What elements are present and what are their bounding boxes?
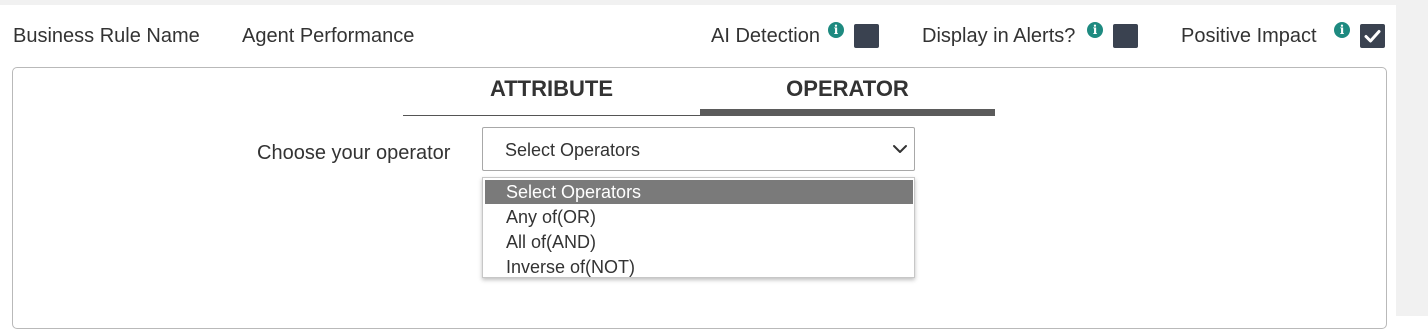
operator-select-value: Select Operators [505, 140, 641, 160]
tab-bar: ATTRIBUTE OPERATOR [403, 76, 995, 116]
operator-option-inverse-of-not[interactable]: Inverse of(NOT) [485, 255, 913, 279]
display-alerts-label: Display in Alerts? [922, 25, 1076, 47]
positive-impact-checkbox[interactable] [1360, 24, 1385, 48]
positive-impact-label: Positive Impact [1181, 25, 1317, 47]
operator-option-all-of-and[interactable]: All of(AND) [485, 230, 913, 254]
rule-name-value: Agent Performance [242, 25, 415, 47]
operator-dropdown-list: Select Operators Any of(OR) All of(AND) … [482, 177, 915, 278]
tab-attribute[interactable]: ATTRIBUTE [403, 76, 700, 116]
operator-option-select[interactable]: Select Operators [485, 180, 913, 204]
display-alerts-info-icon[interactable]: i [1087, 22, 1103, 38]
choose-operator-label: Choose your operator [257, 142, 451, 164]
operator-select[interactable]: Select Operators [482, 127, 915, 171]
right-scroll-gutter [1396, 0, 1428, 316]
ai-detection-label: AI Detection [711, 25, 820, 47]
ai-detection-info-icon[interactable]: i [828, 22, 844, 38]
operator-option-any-of-or[interactable]: Any of(OR) [485, 205, 913, 229]
rule-header: Business Rule Name Agent Performance AI … [0, 0, 1396, 66]
ai-detection-checkbox[interactable] [854, 24, 879, 48]
rule-name-label: Business Rule Name [13, 25, 200, 47]
tab-operator[interactable]: OPERATOR [700, 76, 995, 116]
chevron-down-icon [893, 145, 907, 153]
checkmark-icon [1364, 30, 1381, 43]
display-alerts-checkbox[interactable] [1113, 24, 1138, 48]
positive-impact-info-icon[interactable]: i [1334, 22, 1350, 38]
